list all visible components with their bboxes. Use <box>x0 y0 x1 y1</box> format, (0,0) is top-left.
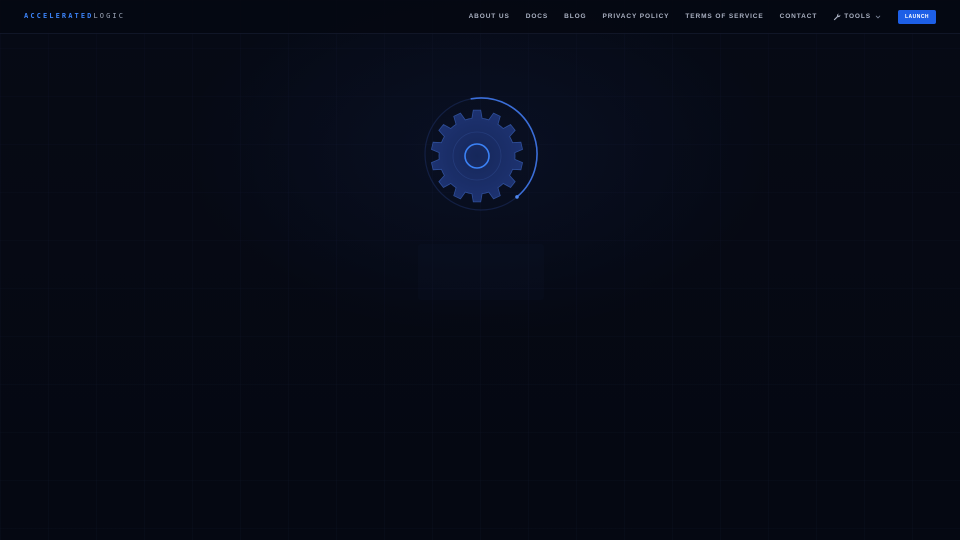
main-nav: ABOUT US DOCS BLOG PRIVACY POLICY TERMS … <box>469 0 936 33</box>
tools-dropdown[interactable]: TOOLS <box>833 13 881 21</box>
tools-label: TOOLS <box>844 13 871 20</box>
nav-link-terms-of-service[interactable]: TERMS OF SERVICE <box>685 13 763 20</box>
page: ACCELERATEDLOGIC ABOUT US DOCS BLOG PRIV… <box>0 0 960 540</box>
loading-spinner <box>420 93 542 215</box>
gear-body <box>431 109 523 203</box>
launch-button[interactable]: LAUNCH <box>898 9 936 24</box>
nav-link-blog[interactable]: BLOG <box>564 13 586 20</box>
chevron-down-icon <box>875 14 881 20</box>
brand-logo-accelerated: ACCELERATED <box>24 12 94 20</box>
wrench-icon <box>833 13 841 21</box>
nav-link-contact[interactable]: CONTACT <box>780 13 818 20</box>
nav-link-docs[interactable]: DOCS <box>526 13 548 20</box>
top-navbar: ACCELERATEDLOGIC ABOUT US DOCS BLOG PRIV… <box>0 0 960 34</box>
brand-logo[interactable]: ACCELERATEDLOGIC <box>24 12 125 21</box>
brand-logo-logic: LOGIC <box>93 12 126 20</box>
gear-icon <box>424 97 538 211</box>
placeholder-block <box>418 244 544 300</box>
nav-link-about-us[interactable]: ABOUT US <box>469 13 510 20</box>
nav-link-privacy-policy[interactable]: PRIVACY POLICY <box>603 13 670 20</box>
spinner-dot <box>515 195 519 199</box>
